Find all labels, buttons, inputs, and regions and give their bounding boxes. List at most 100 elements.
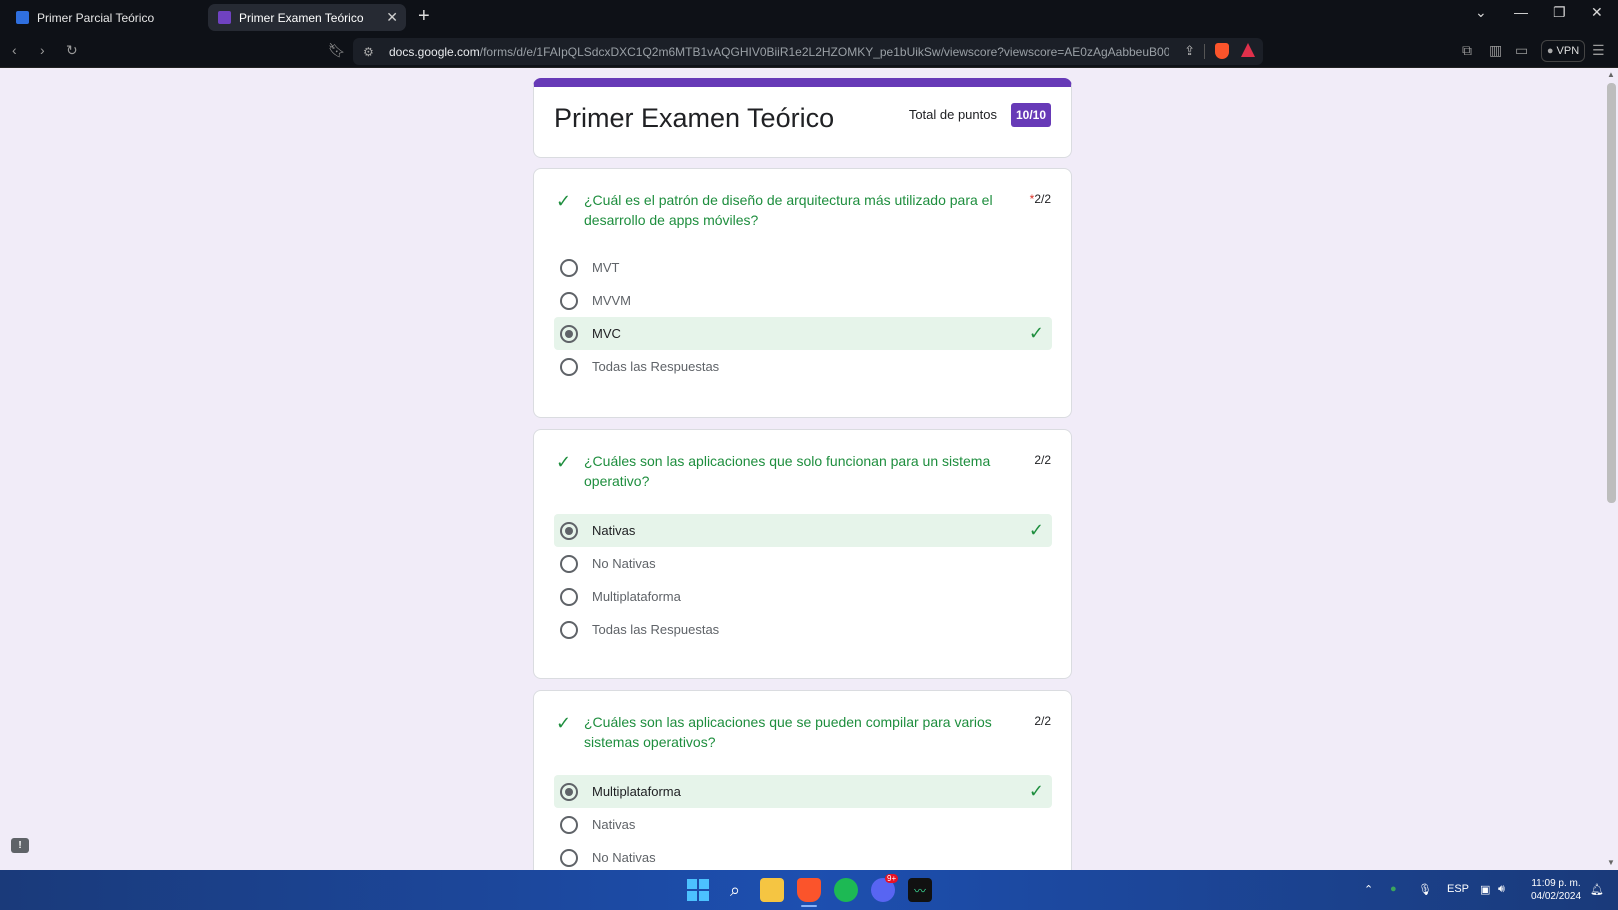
search-icon[interactable]: ⌕ [723, 878, 747, 902]
scrollbar-thumb[interactable] [1607, 83, 1616, 503]
option-row[interactable]: Todas las Respuestas [554, 350, 1052, 383]
wallet-icon[interactable]: ▭ [1515, 42, 1528, 59]
waveform-app-icon[interactable]: 〰 [908, 878, 932, 902]
option-row-selected[interactable]: Nativas ✓ [554, 514, 1052, 547]
total-points-label: Total de puntos [908, 107, 997, 122]
notifications-bell-icon[interactable]: 🔔︎ [1590, 883, 1604, 896]
radio-button[interactable] [560, 620, 578, 639]
minimize-button[interactable]: — [1514, 4, 1528, 20]
new-tab-button[interactable]: + [418, 5, 430, 28]
scroll-up-icon[interactable]: ▲ [1607, 70, 1615, 79]
share-icon[interactable]: ⇪ [1184, 43, 1195, 59]
active-app-indicator [801, 905, 817, 907]
question-score: 2/2 [1034, 453, 1051, 467]
option-label: Multiplataforma [592, 784, 681, 799]
browser-toolbar: ‹ › ↻ 🔖︎ ⚙ docs.google.com/forms/d/e/1FA… [0, 34, 1618, 68]
menu-icon[interactable]: ☰ [1592, 42, 1605, 59]
vpn-dot-icon: ● [1546, 45, 1554, 57]
input-language[interactable]: ESP [1447, 883, 1469, 895]
feedback-icon[interactable]: ! [11, 838, 29, 853]
close-tab-icon[interactable]: ✕ [386, 9, 398, 26]
site-settings-icon[interactable]: ⚙ [363, 45, 379, 59]
radio-button-selected[interactable] [560, 782, 578, 801]
correct-check-icon: ✓ [556, 713, 572, 733]
radio-button[interactable] [560, 291, 578, 310]
start-button[interactable] [686, 878, 710, 902]
scroll-down-icon[interactable]: ▼ [1607, 858, 1615, 867]
brave-browser-icon[interactable] [797, 878, 821, 902]
url-text[interactable]: docs.google.com/forms/d/e/1FAIpQLSdcxDXC… [389, 45, 1169, 59]
radio-button-selected[interactable] [560, 324, 578, 343]
option-label: MVC [592, 326, 621, 341]
clock-date: 04/02/2024 [1530, 891, 1582, 902]
option-row[interactable]: No Nativas [554, 547, 1052, 580]
question-score: 2/2 [1034, 714, 1051, 728]
option-row[interactable]: Nativas [554, 808, 1052, 841]
radio-button[interactable] [560, 815, 578, 834]
close-window-button[interactable]: ✕ [1591, 4, 1603, 21]
brave-shields-icon[interactable] [1215, 43, 1229, 59]
correct-answer-check-icon: ✓ [1028, 323, 1044, 343]
option-label: Todas las Respuestas [592, 622, 720, 637]
radio-button[interactable] [560, 258, 578, 277]
vpn-label: VPN [1556, 45, 1580, 57]
vpn-button[interactable]: ● VPN [1541, 40, 1585, 62]
microphone-icon[interactable]: 🎙︎ [1418, 883, 1432, 896]
option-row[interactable]: Todas las Respuestas [554, 613, 1052, 646]
correct-check-icon: ✓ [556, 191, 572, 211]
tray-chevron-icon[interactable]: ⌃ [1364, 883, 1373, 896]
question-card: ✓ ¿Cuáles son las aplicaciones que solo … [533, 429, 1072, 679]
radio-button[interactable] [560, 587, 578, 606]
option-row[interactable]: Multiplataforma [554, 580, 1052, 613]
option-label: MVVM [592, 293, 631, 308]
system-clock[interactable]: 11:09 p. m. 04/02/2024 [1524, 877, 1588, 903]
tray-app-icon[interactable]: ● [1390, 883, 1397, 895]
option-label: No Nativas [592, 850, 656, 865]
page-title: Primer Examen Teórico [554, 103, 835, 133]
url-path: /forms/d/e/1FAIpQLSdcxDXC1Q2m6MTB1vAQGHI… [479, 44, 1169, 59]
option-row[interactable]: No Nativas [554, 841, 1052, 870]
forms-favicon-icon [218, 11, 231, 24]
extensions-icon[interactable]: ⧉ [1462, 42, 1472, 59]
radio-button[interactable] [560, 357, 578, 376]
question-score: *2/2 [1030, 192, 1051, 206]
page-scrollbar[interactable]: ▲ ▼ [1604, 68, 1618, 870]
option-label: No Nativas [592, 556, 656, 571]
spotify-icon[interactable] [834, 878, 858, 902]
correct-answer-check-icon: ✓ [1028, 520, 1044, 540]
option-label: Todas las Respuestas [592, 359, 720, 374]
forward-icon[interactable]: › [40, 42, 45, 58]
volume-icon[interactable]: 🔊︎ [1498, 883, 1505, 896]
tab-search-chevron-icon[interactable]: ⌄ [1475, 4, 1487, 21]
address-bar[interactable]: ⚙ docs.google.com/forms/d/e/1FAIpQLSdcxD… [353, 38, 1263, 65]
back-icon[interactable]: ‹ [12, 42, 17, 58]
brave-rewards-icon[interactable] [1241, 43, 1255, 57]
bookmark-icon[interactable]: 🔖︎ [328, 42, 346, 59]
question-text: ¿Cuál es el patrón de diseño de arquitec… [584, 192, 993, 228]
form-page: Primer Examen Teórico Total de puntos 10… [0, 68, 1618, 870]
file-explorer-icon[interactable] [760, 878, 784, 902]
question-text: ¿Cuáles son las aplicaciones que se pued… [584, 714, 992, 750]
score-value: 2/2 [1034, 192, 1051, 206]
correct-answer-check-icon: ✓ [1028, 781, 1044, 801]
option-label: Nativas [592, 817, 636, 832]
correct-check-icon: ✓ [556, 452, 572, 472]
tab-strip: Primer Parcial Teórico Primer Examen Teó… [0, 0, 1618, 34]
option-row[interactable]: MVVM [554, 284, 1052, 317]
restore-button[interactable]: ❐ [1553, 4, 1566, 21]
option-row-selected[interactable]: Multiplataforma ✓ [554, 775, 1052, 808]
network-icon[interactable]: ▣ [1480, 883, 1490, 896]
clock-time: 11:09 p. m. [1531, 878, 1581, 889]
sidebar-icon[interactable]: ▥ [1489, 42, 1502, 59]
discord-icon[interactable]: 9+ [871, 874, 899, 902]
option-label: MVT [592, 260, 620, 275]
option-row-selected[interactable]: MVC ✓ [554, 317, 1052, 350]
question-card: ✓ ¿Cuáles son las aplicaciones que se pu… [533, 690, 1072, 870]
radio-button[interactable] [560, 848, 578, 867]
radio-button-selected[interactable] [560, 521, 578, 540]
radio-button[interactable] [560, 554, 578, 573]
tab-primer-parcial[interactable]: Primer Parcial Teórico [10, 4, 205, 31]
tab-primer-examen[interactable]: Primer Examen Teórico ✕ [208, 4, 406, 31]
reload-icon[interactable]: ↻ [66, 42, 78, 59]
option-row[interactable]: MVT [554, 251, 1052, 284]
